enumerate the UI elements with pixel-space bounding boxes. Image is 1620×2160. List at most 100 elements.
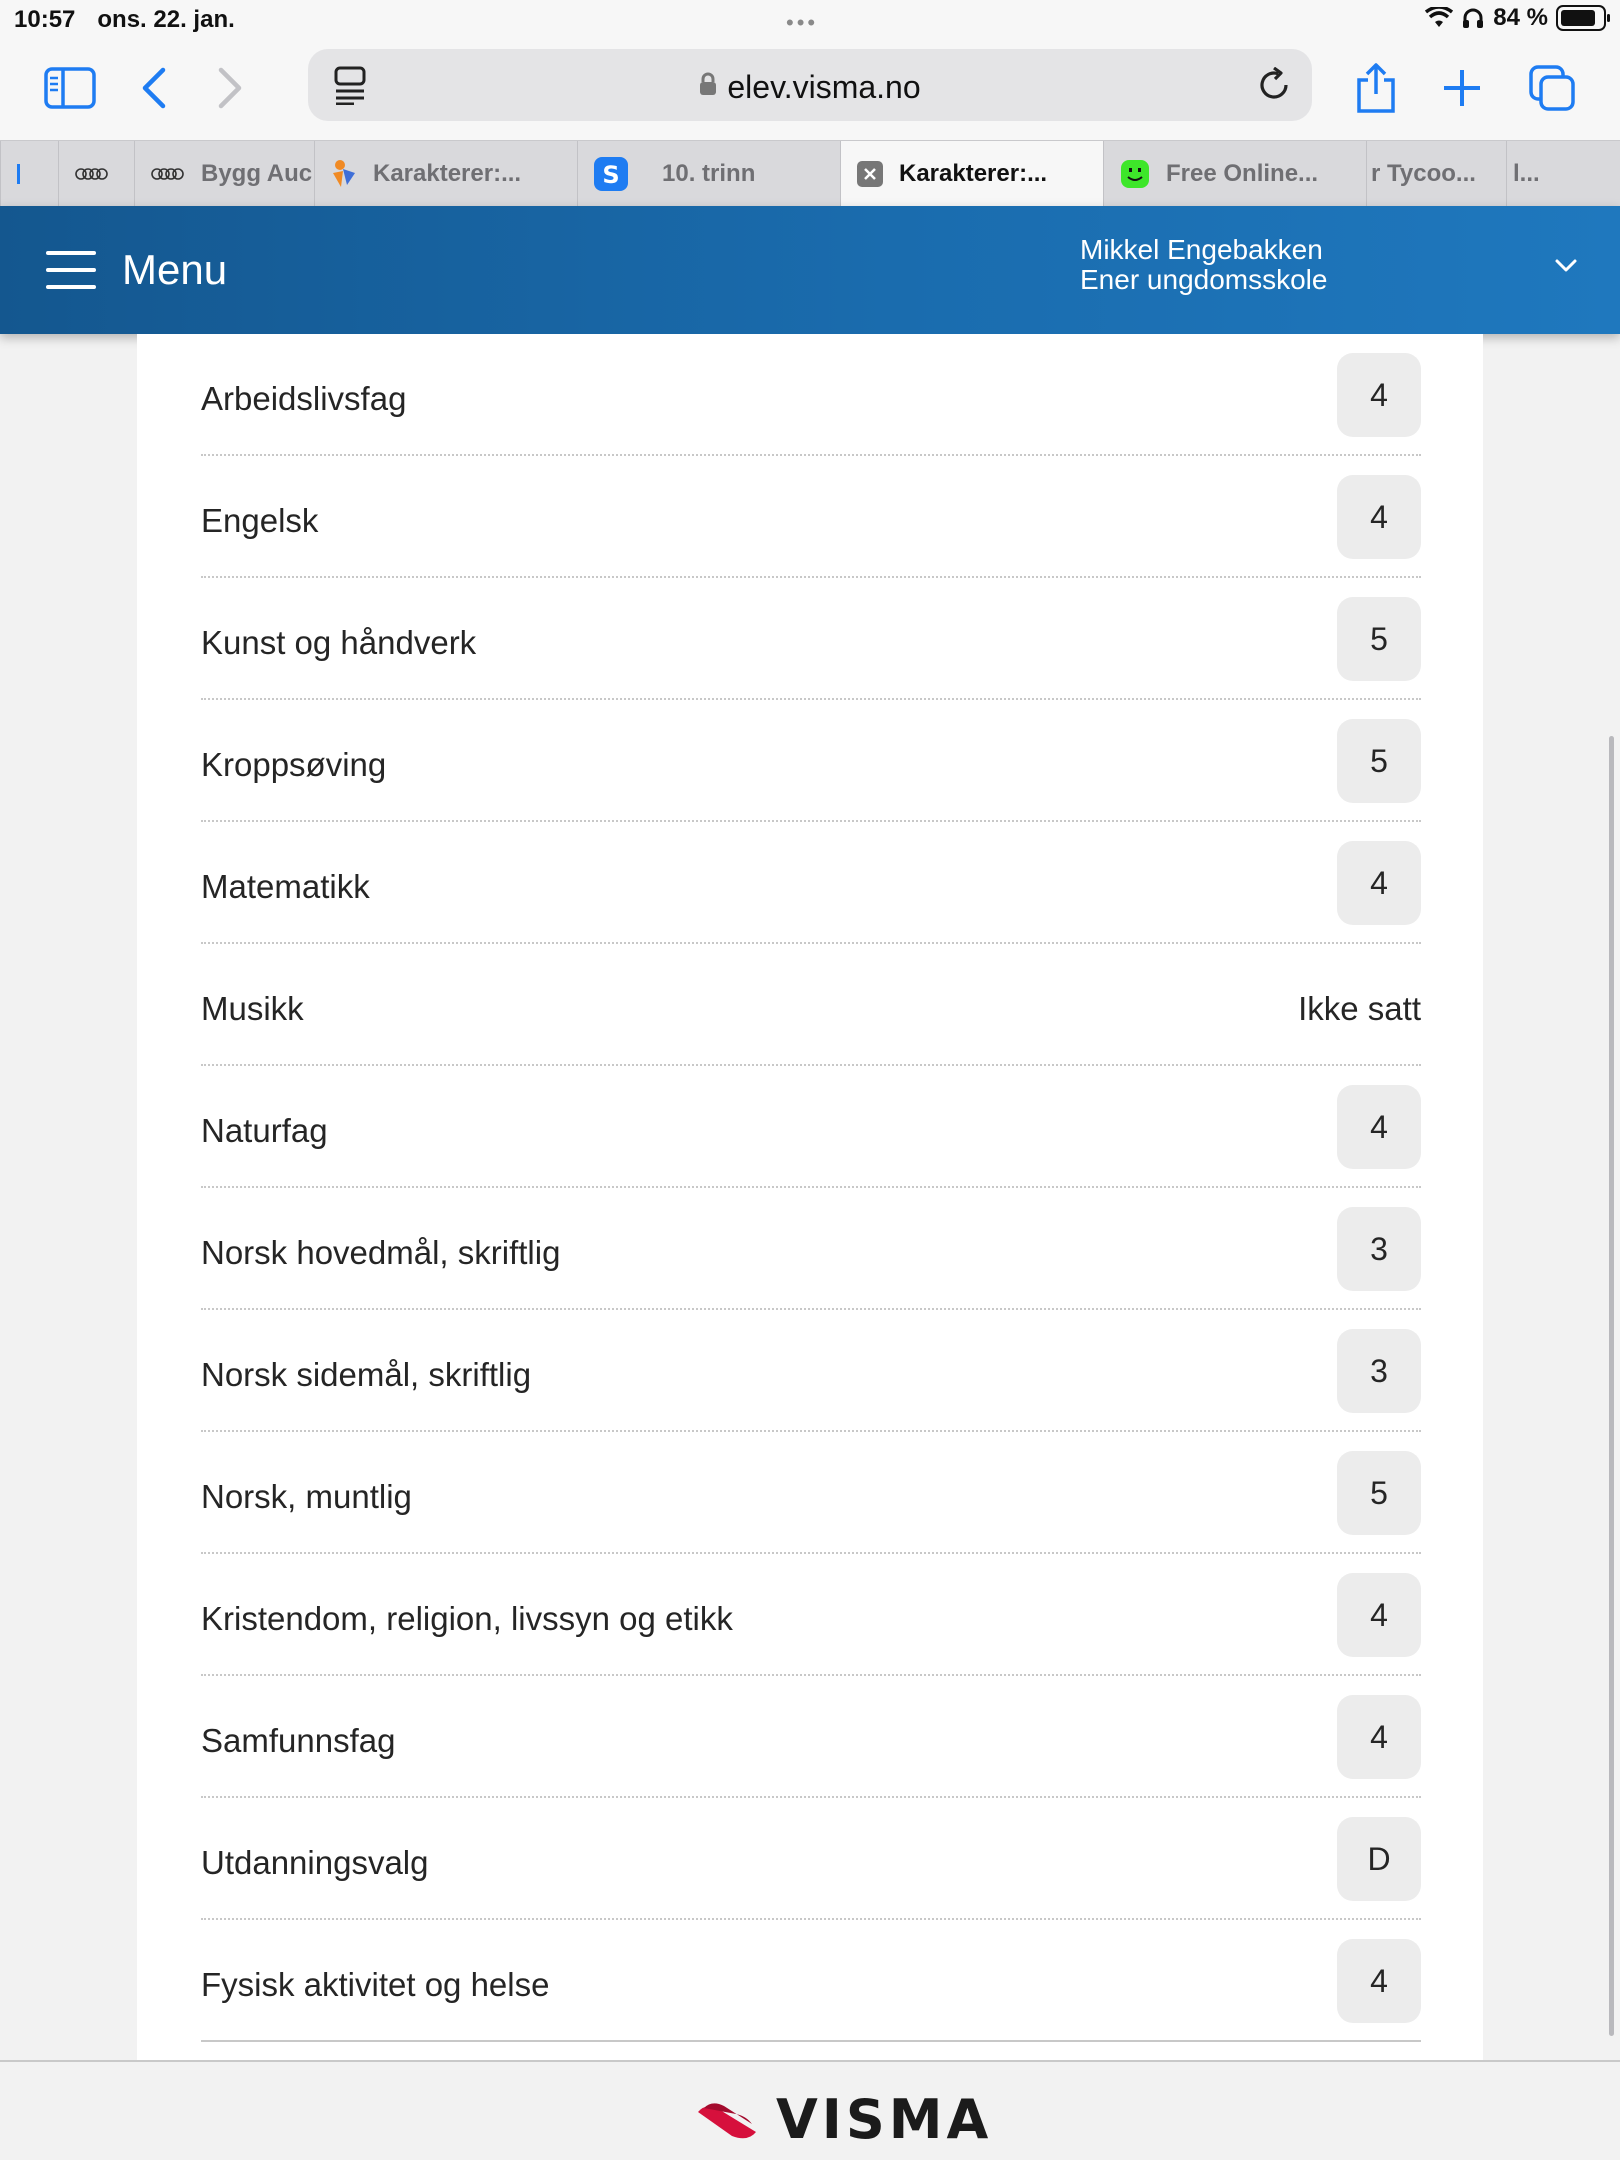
back-icon[interactable]	[124, 58, 184, 118]
grades-panel: Arbeidslivsfag 4 Engelsk 4 Kunst og hånd…	[137, 334, 1483, 2060]
status-time: 10:57	[14, 6, 76, 33]
grade-badge: 4	[1337, 1085, 1421, 1169]
forward-icon[interactable]	[200, 58, 260, 118]
url-text: elev.visma.no	[727, 69, 921, 105]
address-bar[interactable]: elev.visma.no	[308, 49, 1312, 121]
grade-badge: 4	[1337, 353, 1421, 437]
grade-badge: 4	[1337, 1939, 1421, 2023]
grade-badge: 4	[1337, 475, 1421, 559]
user-name: Mikkel Engebakken	[1080, 234, 1323, 265]
new-tab-icon[interactable]	[1432, 58, 1492, 118]
grade-badge: 5	[1337, 597, 1421, 681]
wifi-icon	[1425, 7, 1454, 27]
subject-name: Engelsk	[201, 502, 319, 539]
status-bar: 10:57 ons. 22. jan. ••• 84 %	[0, 0, 1620, 40]
hamburger-icon	[46, 251, 96, 289]
grade-badge: 4	[1337, 1695, 1421, 1779]
grade-row: Utdanningsvalg D	[201, 1798, 1421, 1920]
blank-icon	[17, 164, 23, 184]
grade-badge: 3	[1337, 1329, 1421, 1413]
grade-row: Naturfag 4	[201, 1066, 1421, 1188]
subject-name: Kroppsøving	[201, 746, 387, 783]
subject-name: Fysisk aktivitet og helse	[201, 1966, 550, 2003]
tab-8[interactable]: l...	[1506, 141, 1620, 207]
tab-2[interactable]: Bygg Auc	[134, 141, 314, 207]
grade-badge: 4	[1337, 1573, 1421, 1657]
tab-title: Karakterer:...	[373, 160, 522, 187]
visma-swoosh-icon	[698, 2102, 756, 2138]
chevron-down-icon[interactable]	[1554, 258, 1578, 274]
status-date: ons. 22. jan.	[97, 6, 235, 33]
tab-5-active[interactable]: Karakterer:...	[840, 141, 1103, 207]
tab-6[interactable]: Free Online...	[1103, 141, 1366, 207]
battery-icon	[1556, 5, 1610, 31]
lock-icon	[700, 72, 717, 95]
headphones-icon	[1463, 8, 1484, 28]
menu-button[interactable]: Menu	[46, 244, 227, 296]
share-icon[interactable]	[1346, 58, 1406, 118]
grade-row: Arbeidslivsfag 4	[201, 334, 1421, 456]
page-scrollbar[interactable]	[1609, 736, 1614, 2036]
grade-row: Musikk Ikke satt	[201, 944, 1421, 1066]
user-info[interactable]: Mikkel Engebakken Ener ungdomsskole	[1080, 235, 1327, 295]
grade-row: Engelsk 4	[201, 456, 1421, 578]
grade-badge: D	[1337, 1817, 1421, 1901]
browser-toolbar: elev.visma.no	[0, 40, 1620, 140]
subject-name: Kunst og håndverk	[201, 624, 477, 661]
grade-row: Norsk, muntlig 5	[201, 1432, 1421, 1554]
tab-1[interactable]	[58, 141, 134, 207]
close-icon[interactable]	[857, 161, 883, 187]
subject-name: Norsk sidemål, skriftlig	[201, 1356, 532, 1393]
grade-row: Fysisk aktivitet og helse 4	[201, 1920, 1421, 2042]
grade-row: Norsk hovedmål, skriftlig 3	[201, 1188, 1421, 1310]
status-right: 84 %	[1425, 4, 1610, 32]
grade-row: Matematikk 4	[201, 822, 1421, 944]
tab-title: 10. trinn	[662, 160, 756, 187]
tab-title: Free Online...	[1166, 160, 1319, 187]
subject-name: Utdanningsvalg	[201, 1844, 429, 1881]
grade-badge: 5	[1337, 719, 1421, 803]
url-text-wrap: elev.visma.no	[308, 69, 1312, 106]
audi-rings-icon	[75, 168, 109, 180]
sidebar-toggle-icon[interactable]	[40, 58, 100, 118]
tab-7[interactable]: r Tycoo...	[1366, 141, 1506, 207]
tab-bar: Bygg Auc Karakterer:... S 10. trinn Kara…	[0, 140, 1620, 207]
s-logo-icon: S	[594, 157, 628, 191]
orange-figure-icon	[331, 159, 357, 189]
green-face-icon	[1120, 159, 1150, 189]
grade-row: Norsk sidemål, skriftlig 3	[201, 1310, 1421, 1432]
footer: VISMA	[0, 2060, 1620, 2160]
subject-name: Kristendom, religion, livssyn og etikk	[201, 1600, 733, 1637]
grade-not-set: Ikke satt	[1298, 990, 1421, 1027]
tab-title: Bygg Auc	[201, 160, 313, 187]
grade-badge: 5	[1337, 1451, 1421, 1535]
tab-title: r Tycoo...	[1371, 160, 1476, 187]
subject-name: Norsk, muntlig	[201, 1478, 412, 1515]
menu-label: Menu	[122, 246, 228, 293]
tab-title: Karakterer:...	[899, 160, 1048, 187]
battery-percent: 84 %	[1493, 4, 1548, 31]
grade-badge: 3	[1337, 1207, 1421, 1291]
subject-name: Norsk hovedmål, skriftlig	[201, 1234, 561, 1271]
school-name: Ener ungdomsskole	[1080, 264, 1328, 295]
tab-4[interactable]: S 10. trinn	[577, 141, 840, 207]
tab-0[interactable]	[0, 141, 58, 207]
grade-row: Kunst og håndverk 5	[201, 578, 1421, 700]
tab-3[interactable]: Karakterer:...	[314, 141, 577, 207]
subject-name: Naturfag	[201, 1112, 328, 1149]
visma-logo: VISMA	[696, 2088, 992, 2151]
visma-wordmark: VISMA	[776, 2088, 993, 2151]
subject-name: Matematikk	[201, 868, 370, 905]
reload-icon[interactable]	[1256, 67, 1292, 103]
grade-row: Samfunnsfag 4	[201, 1676, 1421, 1798]
audi-rings-icon	[151, 168, 185, 180]
subject-name: Musikk	[201, 990, 304, 1027]
grade-row: Kristendom, religion, livssyn og etikk 4	[201, 1554, 1421, 1676]
multitasking-dots-icon[interactable]: •••	[786, 10, 818, 36]
grade-row: Kroppsøving 5	[201, 700, 1421, 822]
tab-overview-icon[interactable]	[1522, 58, 1582, 118]
tab-title: l...	[1513, 160, 1540, 187]
grade-badge: 4	[1337, 841, 1421, 925]
svg-text:S: S	[602, 161, 619, 189]
subject-name: Samfunnsfag	[201, 1722, 396, 1759]
